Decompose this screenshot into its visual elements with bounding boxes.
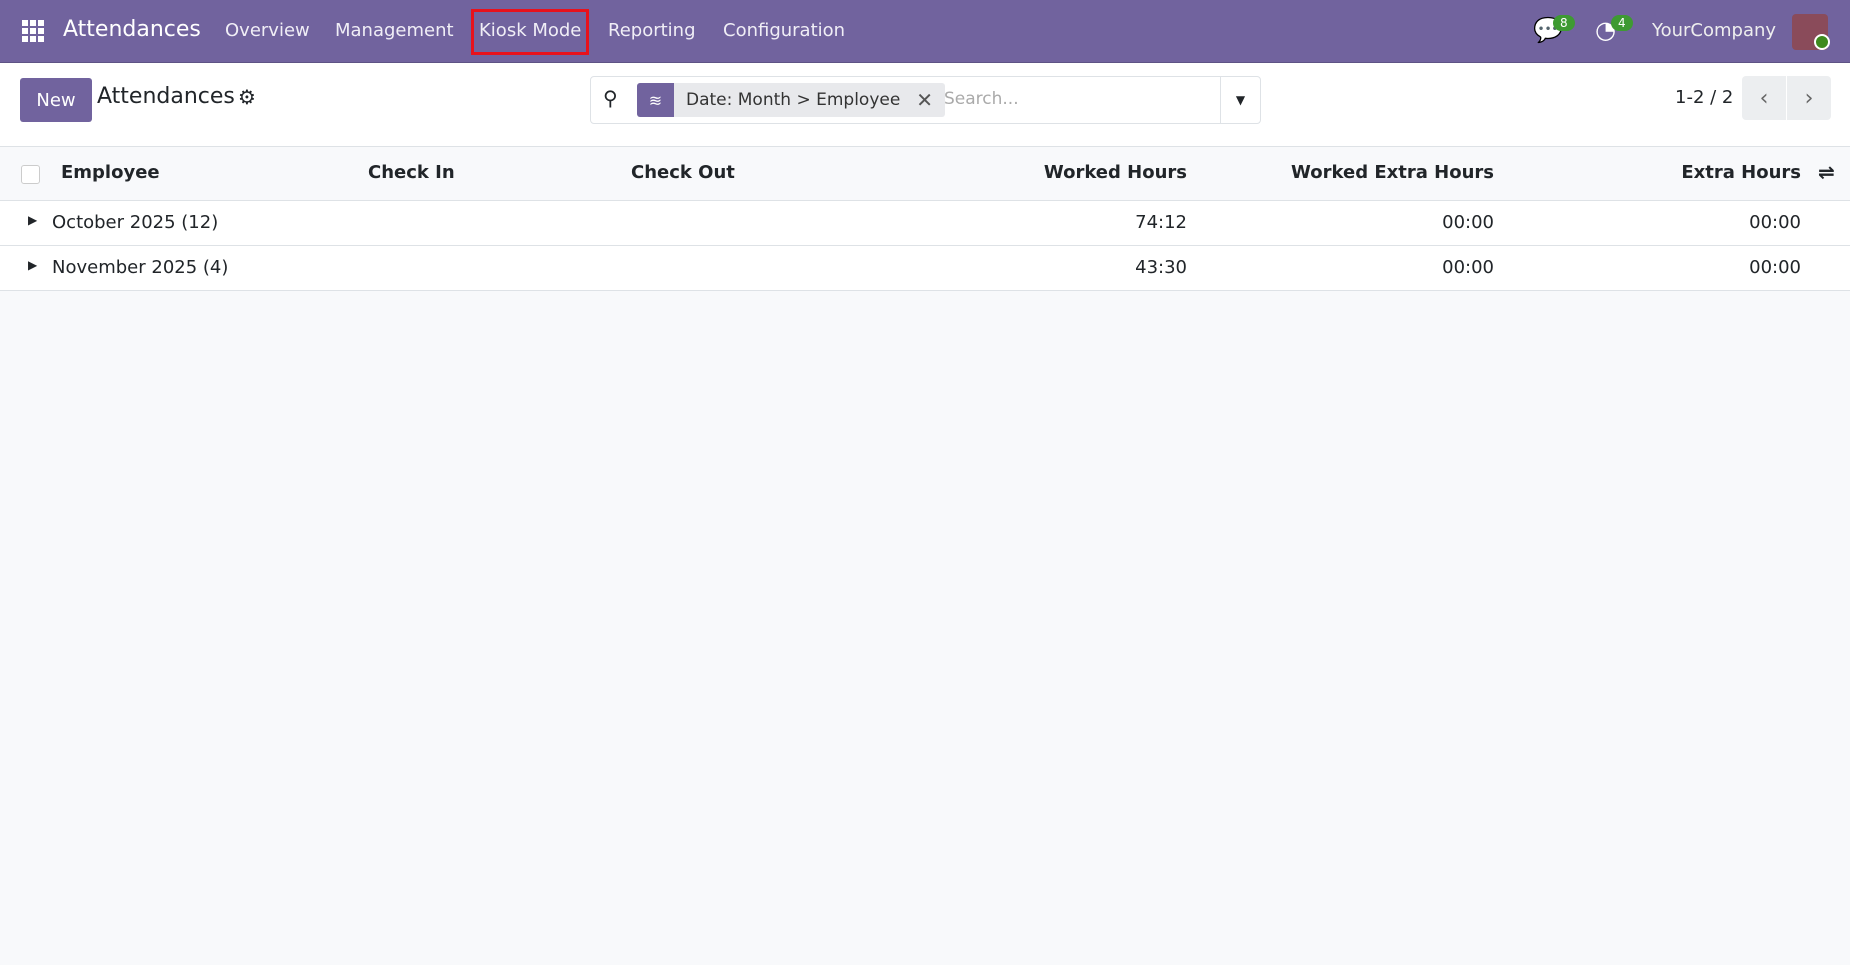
apps-menu-icon[interactable]	[22, 20, 44, 42]
app-name[interactable]: Attendances	[63, 17, 201, 42]
company-switcher[interactable]: YourCompany	[1652, 20, 1776, 41]
extra-hours-sum: 00:00	[1749, 212, 1801, 233]
menu-overview[interactable]: Overview	[225, 20, 310, 41]
new-button[interactable]: New	[20, 78, 92, 122]
caret-right-icon: ▶	[28, 258, 38, 272]
menu-configuration[interactable]: Configuration	[723, 20, 845, 41]
activities-badge: 4	[1611, 15, 1633, 31]
column-extra-hours[interactable]: Extra Hours	[1681, 162, 1801, 183]
messages-badge: 8	[1553, 15, 1575, 31]
pager-next-button[interactable]: ›	[1787, 76, 1831, 120]
group-row[interactable]: ▶ November 2025 (4) 43:30 00:00 00:00	[0, 246, 1850, 291]
worked-extra-hours-sum: 00:00	[1442, 212, 1494, 233]
worked-extra-hours-sum: 00:00	[1442, 257, 1494, 278]
control-panel: New Attendances ⚙ ⚲ ≋ Date: Month > Empl…	[0, 63, 1850, 147]
group-row[interactable]: ▶ October 2025 (12) 74:12 00:00 00:00	[0, 201, 1850, 246]
select-all-checkbox[interactable]	[21, 165, 40, 184]
column-check-in[interactable]: Check In	[368, 162, 455, 183]
menu-reporting[interactable]: Reporting	[608, 20, 696, 41]
pager-value[interactable]: 1-2 / 2	[1675, 87, 1733, 108]
group-by-layers-icon: ≋	[637, 83, 674, 117]
remove-facet-icon[interactable]: ✕	[912, 83, 945, 117]
worked-hours-sum: 43:30	[1135, 257, 1187, 278]
extra-hours-sum: 00:00	[1749, 257, 1801, 278]
column-worked-extra-hours[interactable]: Worked Extra Hours	[1291, 162, 1494, 183]
online-status-icon	[1814, 34, 1830, 50]
search-input[interactable]: Search...	[944, 89, 1019, 109]
table-header: Employee Check In Check Out Worked Hours…	[0, 148, 1850, 201]
highlight-box	[471, 9, 589, 55]
group-label: November 2025 (4)	[52, 257, 229, 278]
optional-columns-toggle-icon[interactable]: ⇌	[1818, 160, 1835, 184]
top-navbar: Attendances Overview Management Kiosk Mo…	[0, 0, 1850, 63]
column-worked-hours[interactable]: Worked Hours	[1044, 162, 1187, 183]
column-check-out[interactable]: Check Out	[631, 162, 735, 183]
worked-hours-sum: 74:12	[1135, 212, 1187, 233]
search-facet: ≋ Date: Month > Employee ✕	[637, 83, 946, 117]
menu-management[interactable]: Management	[335, 20, 454, 41]
gear-icon[interactable]: ⚙	[238, 85, 256, 109]
pager-previous-button[interactable]: ‹	[1742, 76, 1786, 120]
search-bar: ⚲ ≋ Date: Month > Employee ✕ Search... ▼	[590, 76, 1261, 124]
facet-value: Date: Month > Employee	[686, 90, 901, 110]
group-label: October 2025 (12)	[52, 212, 219, 233]
search-icon[interactable]: ⚲	[603, 86, 618, 110]
page-title: Attendances	[97, 84, 235, 109]
column-employee[interactable]: Employee	[61, 162, 160, 183]
search-options-toggle[interactable]: ▼	[1220, 77, 1260, 123]
caret-right-icon: ▶	[28, 213, 38, 227]
